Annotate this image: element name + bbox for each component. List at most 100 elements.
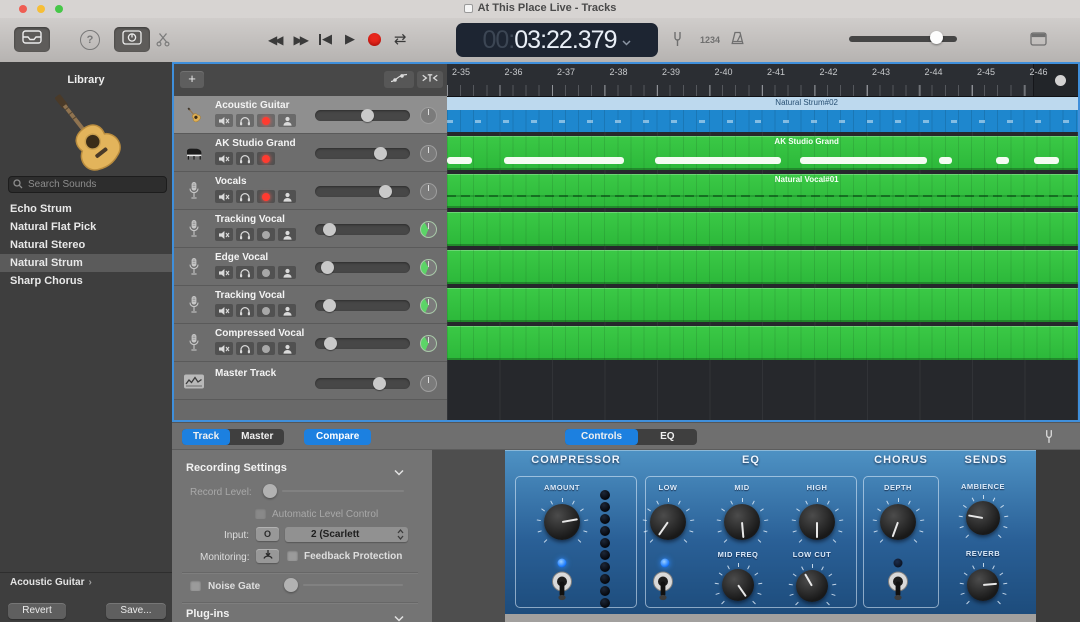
input-monitoring-button[interactable]	[278, 266, 296, 279]
mid-knob[interactable]	[717, 497, 767, 547]
smart-controls-toggle-button[interactable]	[114, 27, 150, 52]
track-lane[interactable]: AK Studio Grand	[447, 134, 1078, 172]
low-knob[interactable]	[643, 497, 693, 547]
chevron-down-icon[interactable]	[394, 609, 404, 622]
track-row[interactable]: Master Track	[174, 362, 447, 400]
input-monitoring-button[interactable]	[278, 190, 296, 203]
pan-knob[interactable]	[420, 335, 437, 352]
save-button[interactable]: Save...	[106, 603, 166, 619]
track-row[interactable]: Acoustic Guitar	[174, 96, 447, 134]
input-select[interactable]: 2 (Scarlett	[285, 527, 408, 542]
input-monitoring-button[interactable]	[278, 114, 296, 127]
mute-button[interactable]	[215, 304, 233, 317]
pan-knob[interactable]	[420, 183, 437, 200]
track-volume-knob[interactable]	[323, 299, 336, 312]
depth-knob[interactable]	[873, 497, 923, 547]
record-enable-button[interactable]	[257, 304, 275, 317]
input-monitoring-button[interactable]	[278, 228, 296, 241]
high-knob[interactable]	[792, 497, 842, 547]
pan-knob[interactable]	[420, 221, 437, 238]
input-monitoring-button[interactable]	[278, 342, 296, 355]
ambience-knob[interactable]	[959, 494, 1007, 542]
library-item[interactable]: Echo Strum	[0, 200, 172, 218]
solo-button[interactable]	[236, 266, 254, 279]
region-plain-green[interactable]	[447, 326, 1078, 360]
track-lane[interactable]: Natural Vocal#01	[447, 172, 1078, 210]
media-browser-toggle-button[interactable]	[1030, 32, 1047, 51]
track-lane[interactable]	[447, 324, 1078, 362]
mute-button[interactable]	[215, 342, 233, 355]
pan-knob[interactable]	[420, 145, 437, 162]
record-enable-button[interactable]	[257, 190, 275, 203]
record-enable-button[interactable]	[257, 342, 275, 355]
solo-button[interactable]	[236, 342, 254, 355]
solo-button[interactable]	[236, 304, 254, 317]
lcd-display[interactable]: 00: 03:22.379	[456, 23, 658, 57]
track-volume-knob[interactable]	[374, 147, 387, 160]
catch-playhead-button[interactable]	[417, 71, 443, 88]
cycle-button[interactable]: ⇄	[394, 32, 407, 47]
track-volume-slider[interactable]	[315, 110, 410, 121]
track-lane[interactable]	[447, 210, 1078, 248]
region-plain-green[interactable]	[447, 288, 1078, 322]
region-plain-green[interactable]	[447, 250, 1078, 284]
auto-level-checkbox[interactable]	[255, 508, 266, 519]
track-row[interactable]: Vocals	[174, 172, 447, 210]
tab-controls[interactable]: Controls	[565, 429, 638, 445]
mute-button[interactable]	[215, 152, 233, 165]
track-lane[interactable]: Natural Strum#02	[447, 96, 1078, 134]
record-enable-button[interactable]	[257, 152, 275, 165]
master-volume-slider[interactable]	[849, 34, 957, 44]
noise-gate-knob[interactable]	[284, 578, 298, 592]
quick-help-button[interactable]: ?	[80, 30, 100, 50]
record-level-track[interactable]	[282, 490, 404, 492]
track-volume-slider[interactable]	[315, 338, 410, 349]
track-row[interactable]: AK Studio Grand	[174, 134, 447, 172]
compare-button[interactable]: Compare	[304, 429, 371, 445]
tab-eq[interactable]: EQ	[638, 429, 696, 445]
pan-knob[interactable]	[420, 107, 437, 124]
library-item[interactable]: Natural Flat Pick	[0, 218, 172, 236]
rewind-button[interactable]: ◀◀	[268, 34, 280, 46]
timeline-ruler[interactable]: 2-352-362-372-382-392-402-412-422-432-44…	[447, 64, 1078, 97]
library-toggle-button[interactable]	[14, 27, 50, 52]
chevron-down-icon[interactable]	[622, 33, 631, 51]
mute-button[interactable]	[215, 228, 233, 241]
record-enable-button[interactable]	[257, 228, 275, 241]
smart-controls-tuning-button[interactable]	[1044, 429, 1054, 449]
go-to-beginning-button[interactable]: ◀	[319, 33, 332, 46]
mid-freq-knob[interactable]	[715, 562, 761, 608]
input-format-button[interactable]: O	[256, 527, 279, 541]
track-volume-slider[interactable]	[315, 186, 410, 197]
fast-forward-button[interactable]: ▶▶	[293, 34, 305, 46]
library-item[interactable]: Natural Strum	[0, 254, 172, 272]
track-volume-slider[interactable]	[315, 148, 410, 159]
input-monitoring-button[interactable]	[278, 304, 296, 317]
pan-knob[interactable]	[420, 259, 437, 276]
track-volume-knob[interactable]	[373, 377, 386, 390]
amount-knob[interactable]	[537, 497, 587, 547]
record-enable-button[interactable]	[257, 114, 275, 127]
count-in-button[interactable]: 1234	[700, 35, 720, 45]
mute-button[interactable]	[215, 190, 233, 203]
mute-button[interactable]	[215, 266, 233, 279]
solo-button[interactable]	[236, 152, 254, 165]
track-lane[interactable]	[447, 286, 1078, 324]
master-tuning-button[interactable]	[672, 31, 683, 52]
pan-knob[interactable]	[420, 297, 437, 314]
add-track-button[interactable]: +	[180, 71, 204, 88]
track-volume-knob[interactable]	[361, 109, 374, 122]
track-volume-knob[interactable]	[323, 223, 336, 236]
record-level-knob[interactable]	[263, 484, 277, 498]
zoom-slider-knob[interactable]	[1055, 75, 1066, 86]
search-sounds-field[interactable]	[8, 176, 167, 193]
track-lane[interactable]	[447, 362, 1078, 400]
play-button[interactable]: ▶	[345, 33, 355, 46]
track-row[interactable]: Tracking Vocal	[174, 210, 447, 248]
metronome-button[interactable]	[730, 31, 745, 51]
track-row[interactable]: Compressed Vocal	[174, 324, 447, 362]
solo-button[interactable]	[236, 228, 254, 241]
track-volume-slider[interactable]	[315, 224, 410, 235]
low-cut-knob[interactable]	[789, 563, 835, 609]
master-volume-knob[interactable]	[930, 31, 943, 44]
